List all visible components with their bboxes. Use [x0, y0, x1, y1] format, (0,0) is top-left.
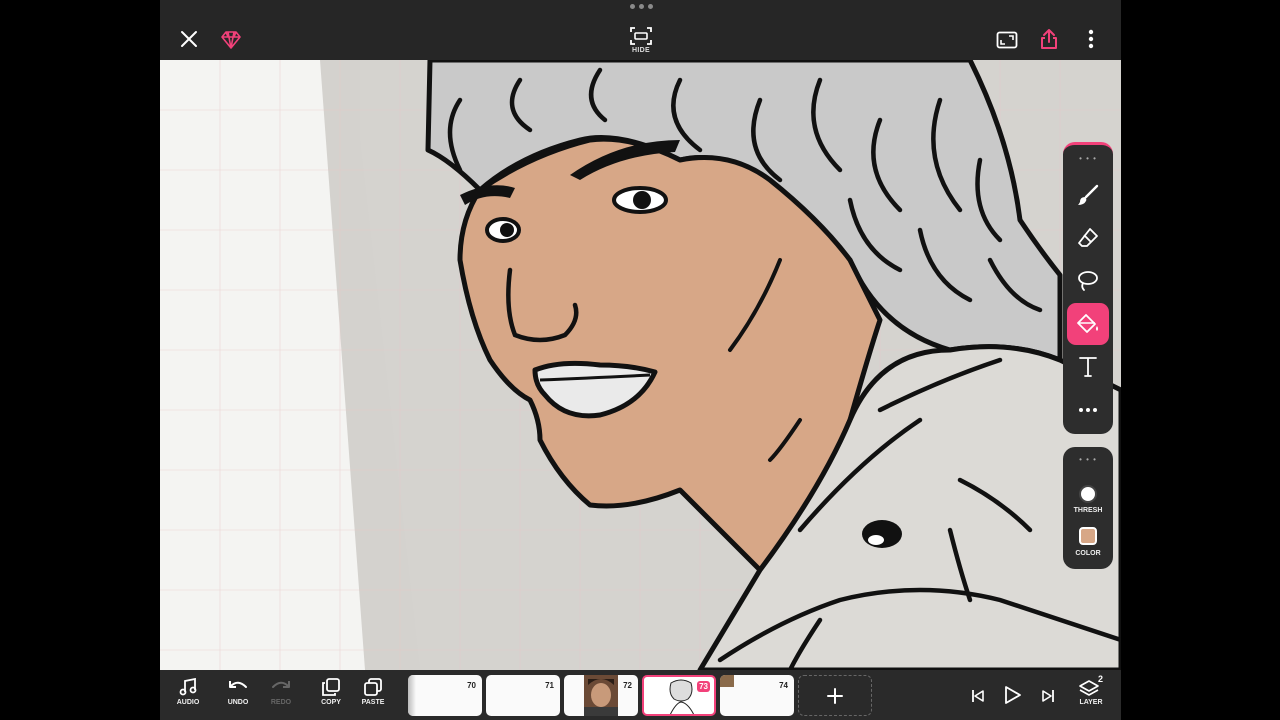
- fill-tool[interactable]: [1067, 303, 1109, 345]
- frame-preview-image: [669, 679, 695, 714]
- brush-icon: [1078, 184, 1099, 205]
- frame-edge-shading: [408, 675, 416, 716]
- bottom-toolbar: AUDIO UNDO REDO COPY PASTE 70 71 72 73 7…: [160, 670, 1121, 720]
- paste-icon: [364, 678, 382, 696]
- text-tool[interactable]: [1067, 346, 1109, 388]
- layer-label: LAYER: [1079, 699, 1103, 706]
- hide-ui-button[interactable]: HIDE: [623, 22, 659, 58]
- frame-number: 72: [623, 681, 632, 690]
- first-frame-button[interactable]: [966, 684, 990, 708]
- aspect-ratio-icon: [996, 31, 1018, 49]
- lasso-tool[interactable]: [1067, 260, 1109, 302]
- share-icon: [1041, 29, 1057, 49]
- add-frame-button[interactable]: [798, 675, 872, 716]
- more-horizontal-icon: [1079, 408, 1097, 412]
- undo-icon: [229, 681, 247, 688]
- redo-icon: [272, 681, 290, 688]
- paint-bucket-icon: [1077, 314, 1098, 333]
- redo-label: REDO: [270, 699, 292, 706]
- audio-button[interactable]: AUDIO: [168, 678, 208, 714]
- frame-number: 70: [467, 681, 476, 690]
- frame-thumbnail[interactable]: 74: [720, 675, 794, 716]
- fill-options-panel: • • • THRESH COLOR: [1063, 447, 1113, 569]
- eraser-tool[interactable]: [1067, 217, 1109, 259]
- last-frame-button[interactable]: [1036, 684, 1060, 708]
- layers-icon: [1079, 680, 1099, 696]
- threshold-control[interactable]: [1079, 485, 1097, 503]
- layer-button[interactable]: 2 LAYER: [1071, 674, 1111, 714]
- brush-tool[interactable]: [1067, 174, 1109, 216]
- plus-icon: [827, 687, 843, 704]
- lasso-icon: [1078, 271, 1098, 291]
- thresh-label: THRESH: [1073, 507, 1103, 514]
- fill-options-grip[interactable]: • • •: [1063, 455, 1113, 464]
- frame-thumbnail[interactable]: 71: [486, 675, 560, 716]
- copy-icon: [322, 678, 340, 696]
- skip-back-icon: [972, 690, 984, 702]
- undo-button[interactable]: UNDO: [218, 678, 258, 714]
- more-options-button[interactable]: [1080, 26, 1102, 52]
- layer-icon-wrap: 2: [1079, 674, 1103, 696]
- app-window: HIDE • • • • • • THRESH COLOR AUDIO UNDO…: [160, 0, 1121, 720]
- tool-panel-grip[interactable]: • • •: [1063, 154, 1113, 163]
- redo-button[interactable]: REDO: [261, 678, 301, 714]
- copy-button[interactable]: COPY: [311, 678, 351, 714]
- frame-number: 73: [697, 681, 710, 692]
- tool-panel: • • •: [1063, 142, 1113, 434]
- frame-preview-image: [584, 675, 618, 716]
- gem-icon: [221, 31, 241, 49]
- eraser-icon: [1078, 228, 1098, 247]
- frame-thumbnail[interactable]: 72: [564, 675, 638, 716]
- frame-number: 71: [545, 681, 554, 690]
- play-icon: [1005, 686, 1021, 704]
- hide-label: HIDE: [632, 46, 650, 54]
- hide-ui-icon: [630, 26, 652, 45]
- more-tools-button[interactable]: [1067, 389, 1109, 431]
- paste-label: PASTE: [361, 699, 385, 706]
- drawing-canvas[interactable]: [160, 60, 1121, 670]
- color-label: COLOR: [1075, 550, 1101, 557]
- music-note-icon: [179, 678, 197, 696]
- drawing-artwork: [160, 60, 1121, 670]
- skip-forward-icon: [1042, 690, 1054, 702]
- frame-thumbnail[interactable]: 70: [408, 675, 482, 716]
- play-button[interactable]: [1000, 682, 1026, 708]
- text-icon: [1079, 357, 1097, 377]
- audio-label: AUDIO: [176, 699, 200, 706]
- paste-button[interactable]: PASTE: [353, 678, 393, 714]
- copy-label: COPY: [321, 699, 341, 706]
- undo-label: UNDO: [227, 699, 249, 706]
- close-icon: [181, 31, 197, 47]
- layer-count: 2: [1097, 674, 1103, 684]
- premium-button[interactable]: [218, 27, 244, 53]
- share-button[interactable]: [1036, 26, 1062, 52]
- frame-number: 74: [779, 681, 788, 690]
- color-swatch[interactable]: [1079, 527, 1097, 545]
- frame-preview-image: [720, 675, 734, 687]
- aspect-ratio-button[interactable]: [994, 27, 1020, 53]
- window-grip[interactable]: [629, 4, 653, 12]
- more-vertical-icon: [1088, 29, 1094, 49]
- frame-thumbnail-selected[interactable]: 73: [642, 675, 716, 716]
- top-toolbar: HIDE: [160, 0, 1121, 60]
- close-button[interactable]: [176, 26, 202, 52]
